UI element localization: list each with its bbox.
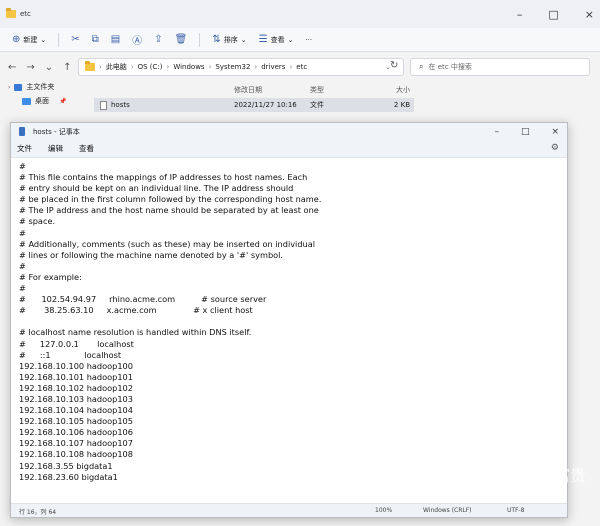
- search-placeholder: 在 etc 中搜索: [428, 63, 472, 71]
- column-header-type[interactable]: 类型: [310, 85, 374, 95]
- breadcrumb-os-c[interactable]: OS (C:): [138, 63, 163, 71]
- view-button[interactable]: ☰ 查看 ⌄: [259, 34, 294, 45]
- rename-icon[interactable]: Ⓐ: [132, 32, 142, 47]
- menu-view[interactable]: 查看: [79, 143, 94, 154]
- vertical-scrollbar[interactable]: [559, 161, 565, 501]
- explorer-titlebar: etc – □ ×: [0, 0, 600, 28]
- refresh-icon[interactable]: ↻: [390, 60, 398, 71]
- share-icon[interactable]: ⇪: [154, 34, 162, 45]
- table-row[interactable]: hosts 2022/11/27 10:16 文件 2 KB: [94, 98, 414, 112]
- cursor-position: 行 16，列 64: [19, 509, 57, 516]
- plus-circle-icon: ⊕: [12, 34, 21, 45]
- chevron-right-icon: ›: [289, 63, 293, 71]
- file-size: 2 KB: [393, 101, 410, 109]
- chevron-right-icon: ›: [130, 63, 134, 71]
- forward-arrow-icon[interactable]: →: [26, 62, 34, 73]
- status-bar: 行 16，列 64 100% Windows (CRLF) UTF-8: [11, 503, 567, 517]
- toolbar-divider: [58, 32, 60, 47]
- file-name-cell: hosts: [94, 100, 234, 110]
- more-button[interactable]: ···: [305, 36, 312, 44]
- chevron-right-icon: ›: [254, 63, 258, 71]
- search-icon: ⌕: [419, 62, 424, 71]
- text-editor[interactable]: # # This file contains the mappings of I…: [19, 161, 549, 501]
- maximize-icon[interactable]: □: [548, 8, 558, 21]
- encoding: UTF-8: [507, 507, 525, 514]
- breadcrumb-system32[interactable]: System32: [215, 63, 250, 71]
- zoom-level: 100%: [375, 507, 393, 514]
- sidebar-item-home[interactable]: › 主文件夹: [0, 80, 90, 94]
- chevron-down-icon: ⌄: [287, 35, 294, 44]
- watermark: 知乎 @苛富贵: [484, 466, 586, 485]
- address-row: ← → ⌄ ↑ › 此电脑 › OS (C:) › Windows › Syst…: [0, 56, 600, 78]
- address-bar[interactable]: › 此电脑 › OS (C:) › Windows › System32 › d…: [78, 58, 404, 76]
- search-input[interactable]: ⌕ 在 etc 中搜索: [410, 58, 590, 76]
- sidebar-item-desktop[interactable]: 桌面 📌: [0, 94, 90, 108]
- explorer-toolbar: ⊕ 新建 ⌄ ✂ ⧉ ▤ Ⓐ ⇪ 🗑 ⇅ 排序 ⌄ ☰ 查看 ⌄ ···: [0, 28, 600, 52]
- up-arrow-icon[interactable]: ↑: [63, 62, 71, 73]
- recent-chevron-icon[interactable]: ⌄: [45, 62, 53, 73]
- view-icon: ☰: [258, 34, 268, 45]
- sidebar-item-label: 主文件夹: [26, 83, 55, 91]
- pin-icon[interactable]: 📌: [59, 98, 66, 105]
- notepad-window: hosts - 记事本 – □ × 文件 编辑 查看 ⚙ # # This fi…: [10, 122, 568, 518]
- sort-icon: ⇅: [212, 34, 221, 45]
- notepad-titlebar[interactable]: hosts - 记事本 – □ ×: [11, 123, 567, 140]
- file-list: 修改日期 类型 大小 hosts 2022/11/27 10:16 文件 2 K…: [94, 82, 414, 112]
- gear-icon[interactable]: ⚙: [551, 143, 559, 153]
- notepad-title: hosts - 记事本: [33, 127, 80, 136]
- view-label: 查看: [270, 35, 285, 44]
- breadcrumb-drivers[interactable]: drivers: [261, 63, 285, 71]
- close-icon[interactable]: ×: [551, 127, 559, 137]
- breadcrumb-this-pc[interactable]: 此电脑: [106, 62, 127, 72]
- chevron-right-icon: ›: [99, 63, 102, 71]
- sort-button[interactable]: ⇅ 排序 ⌄: [212, 34, 246, 45]
- menu-edit[interactable]: 编辑: [48, 143, 63, 154]
- cut-icon[interactable]: ✂: [71, 34, 79, 45]
- minimize-icon[interactable]: –: [517, 8, 523, 21]
- new-button[interactable]: ⊕ 新建 ⌄: [12, 34, 46, 45]
- notepad-icon: [19, 127, 25, 136]
- maximize-icon[interactable]: □: [521, 127, 530, 137]
- desktop-icon: [22, 97, 31, 105]
- more-icon: ···: [305, 35, 313, 44]
- breadcrumb-windows[interactable]: Windows: [173, 63, 204, 71]
- file-date: 2022/11/27 10:16: [234, 101, 297, 109]
- list-header: 修改日期 类型 大小: [94, 82, 414, 98]
- sidebar-item-label: 桌面: [35, 97, 49, 105]
- file-name: hosts: [111, 101, 130, 109]
- breadcrumb-etc[interactable]: etc: [296, 63, 307, 71]
- file-type: 文件: [310, 101, 324, 109]
- explorer-window-controls: – □ ×: [517, 0, 594, 28]
- file-icon: [100, 100, 107, 110]
- chevron-right-icon: ›: [208, 63, 212, 71]
- delete-icon[interactable]: 🗑: [175, 34, 188, 45]
- notepad-menubar: 文件 编辑 查看 ⚙: [11, 140, 567, 158]
- sort-label: 排序: [223, 35, 238, 44]
- back-arrow-icon[interactable]: ←: [8, 62, 16, 73]
- new-label: 新建: [23, 35, 38, 44]
- menu-file[interactable]: 文件: [17, 143, 32, 154]
- paste-icon[interactable]: ▤: [111, 34, 120, 45]
- chevron-right-icon: ›: [166, 63, 170, 71]
- home-icon: [14, 83, 23, 91]
- column-header-date[interactable]: 修改日期: [234, 85, 310, 95]
- close-icon[interactable]: ×: [585, 8, 594, 21]
- chevron-right-icon[interactable]: ›: [8, 84, 10, 91]
- column-header-size[interactable]: 大小: [374, 85, 410, 95]
- chevron-down-icon: ⌄: [40, 35, 47, 44]
- folder-icon: [6, 8, 16, 18]
- copy-icon[interactable]: ⧉: [92, 34, 99, 45]
- explorer-title: etc: [20, 10, 31, 18]
- minimize-icon[interactable]: –: [494, 127, 499, 137]
- notepad-window-controls: – □ ×: [494, 123, 559, 140]
- chevron-down-icon: ⌄: [240, 35, 247, 44]
- folder-icon: [85, 61, 95, 71]
- line-ending: Windows (CRLF): [423, 507, 472, 514]
- toolbar-divider: [199, 32, 201, 47]
